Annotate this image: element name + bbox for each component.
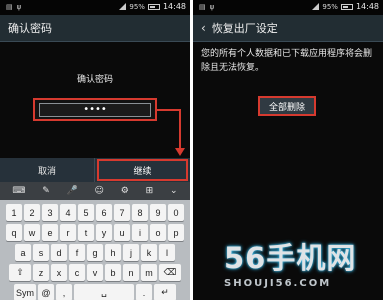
key[interactable]: 2 [24,204,40,221]
status-icons: 95% 14:48 [119,2,186,11]
key[interactable]: h [105,244,121,261]
signal-percent: 95% [322,2,338,11]
key[interactable]: a [15,244,31,261]
keyboard-row-home: a s d f g h j k l [0,244,190,261]
key[interactable]: g [87,244,103,261]
key[interactable]: 4 [60,204,76,221]
key[interactable]: z [33,264,49,281]
key[interactable]: . [136,284,152,300]
key[interactable]: s [33,244,49,261]
key[interactable]: i [132,224,148,241]
space-key[interactable]: ␣ [74,284,134,300]
site-watermark: 56手机网 SHOUJI56.COM [224,235,356,289]
keyboard-icon[interactable]: ⌨ [12,186,25,196]
key[interactable]: q [6,224,22,241]
symbols-key[interactable]: Sym [14,284,36,300]
notification-icons: ▤ ψ [6,3,21,11]
battery-icon [340,3,353,10]
key[interactable]: j [123,244,139,261]
signal-percent: 95% [129,2,145,11]
key[interactable]: 1 [6,204,22,221]
title-divider [0,41,190,42]
microphone-icon[interactable]: 🎤 [67,186,78,196]
signal-icon [312,3,320,10]
back-arrow-icon[interactable]: ‹ [201,21,206,35]
title-divider [193,41,383,42]
key[interactable]: 8 [132,204,148,221]
action-bar: 取消 继续 [0,158,190,182]
title-bar: 确认密码 [0,15,190,41]
signal-icon [119,3,127,10]
key[interactable]: y [96,224,112,241]
key[interactable]: v [87,264,103,281]
keyboard: ⌨ ✎ 🎤 ☺ ⚙ ⊞ ⌄ 1 2 3 4 5 6 7 8 9 0 q w e … [0,182,190,300]
key[interactable]: o [150,224,166,241]
key[interactable]: , [56,284,72,300]
usb-icon: ψ [209,3,215,11]
keyboard-row-numbers: 1 2 3 4 5 6 7 8 9 0 [0,204,190,221]
confirm-password-screen: ▤ ψ 95% 14:48 确认密码 确认密码 •••• 取消 继续 ⌨ ✎ 🎤… [0,0,190,300]
password-prompt: 确认密码 [76,75,113,85]
reset-warning-text: 您的所有个人数据和已下载应用程序将会删除且无法恢复。 [201,49,373,73]
key[interactable]: d [51,244,67,261]
emoji-icon[interactable]: ☺ [95,186,104,196]
sim-icon: ▤ [199,3,206,11]
cancel-button[interactable]: 取消 [0,158,95,182]
chevron-down-icon[interactable]: ⌄ [170,186,178,196]
shift-key[interactable]: ⇧ [9,264,31,281]
clipboard-icon[interactable]: ⊞ [146,186,154,196]
watermark-logo: 56手机网 [224,241,357,275]
clock: 14:48 [162,2,186,11]
key[interactable]: r [60,224,76,241]
key[interactable]: t [78,224,94,241]
status-bar: ▤ ψ 95% 14:48 [0,0,190,15]
key[interactable]: f [69,244,85,261]
delete-all-button[interactable]: 全部删除 [258,96,316,116]
keyboard-row-space: Sym @ , ␣ . ↵ [0,284,190,300]
battery-icon [147,3,160,10]
backspace-key[interactable]: ⌫ [159,264,181,281]
key[interactable]: c [69,264,85,281]
key[interactable]: l [159,244,175,261]
annotation-arrow [157,109,181,111]
key[interactable]: u [114,224,130,241]
password-highlight-box: •••• [33,98,157,121]
key[interactable]: 6 [96,204,112,221]
page-title: 确认密码 [8,22,52,35]
key[interactable]: 3 [42,204,58,221]
keyboard-toolbar: ⌨ ✎ 🎤 ☺ ⚙ ⊞ ⌄ [0,182,190,200]
page-title: 恢复出厂设定 [211,22,278,35]
annotation-arrow-head [175,148,185,156]
key[interactable]: p [168,224,184,241]
continue-button[interactable]: 继续 [97,159,188,181]
key[interactable]: @ [38,284,54,300]
keyboard-row-top: q w e r t y u i o p [0,224,190,241]
key[interactable]: e [42,224,58,241]
status-bar: ▤ ψ 95% 14:48 [193,0,383,15]
title-bar: ‹ 恢复出厂设定 [193,15,383,41]
sim-icon: ▤ [6,3,13,11]
enter-key[interactable]: ↵ [154,284,176,300]
clock: 14:48 [355,2,379,11]
key[interactable]: 0 [168,204,184,221]
password-input[interactable]: •••• [39,102,151,117]
keyboard-row-bottom: ⇧ z x c v b n m ⌫ [0,264,190,281]
watermark-url: SHOUJI56.COM [224,278,332,289]
usb-icon: ψ [16,3,22,11]
key[interactable]: x [51,264,67,281]
key[interactable]: b [105,264,121,281]
annotation-arrow-shaft [179,109,181,151]
key[interactable]: w [24,224,40,241]
notification-icons: ▤ ψ [199,3,214,11]
handwriting-icon[interactable]: ✎ [42,186,50,196]
gear-icon[interactable]: ⚙ [121,186,129,196]
key[interactable]: k [141,244,157,261]
status-icons: 95% 14:48 [312,2,379,11]
key[interactable]: 9 [150,204,166,221]
key[interactable]: m [141,264,157,281]
key[interactable]: 5 [78,204,94,221]
key[interactable]: n [123,264,139,281]
key[interactable]: 7 [114,204,130,221]
